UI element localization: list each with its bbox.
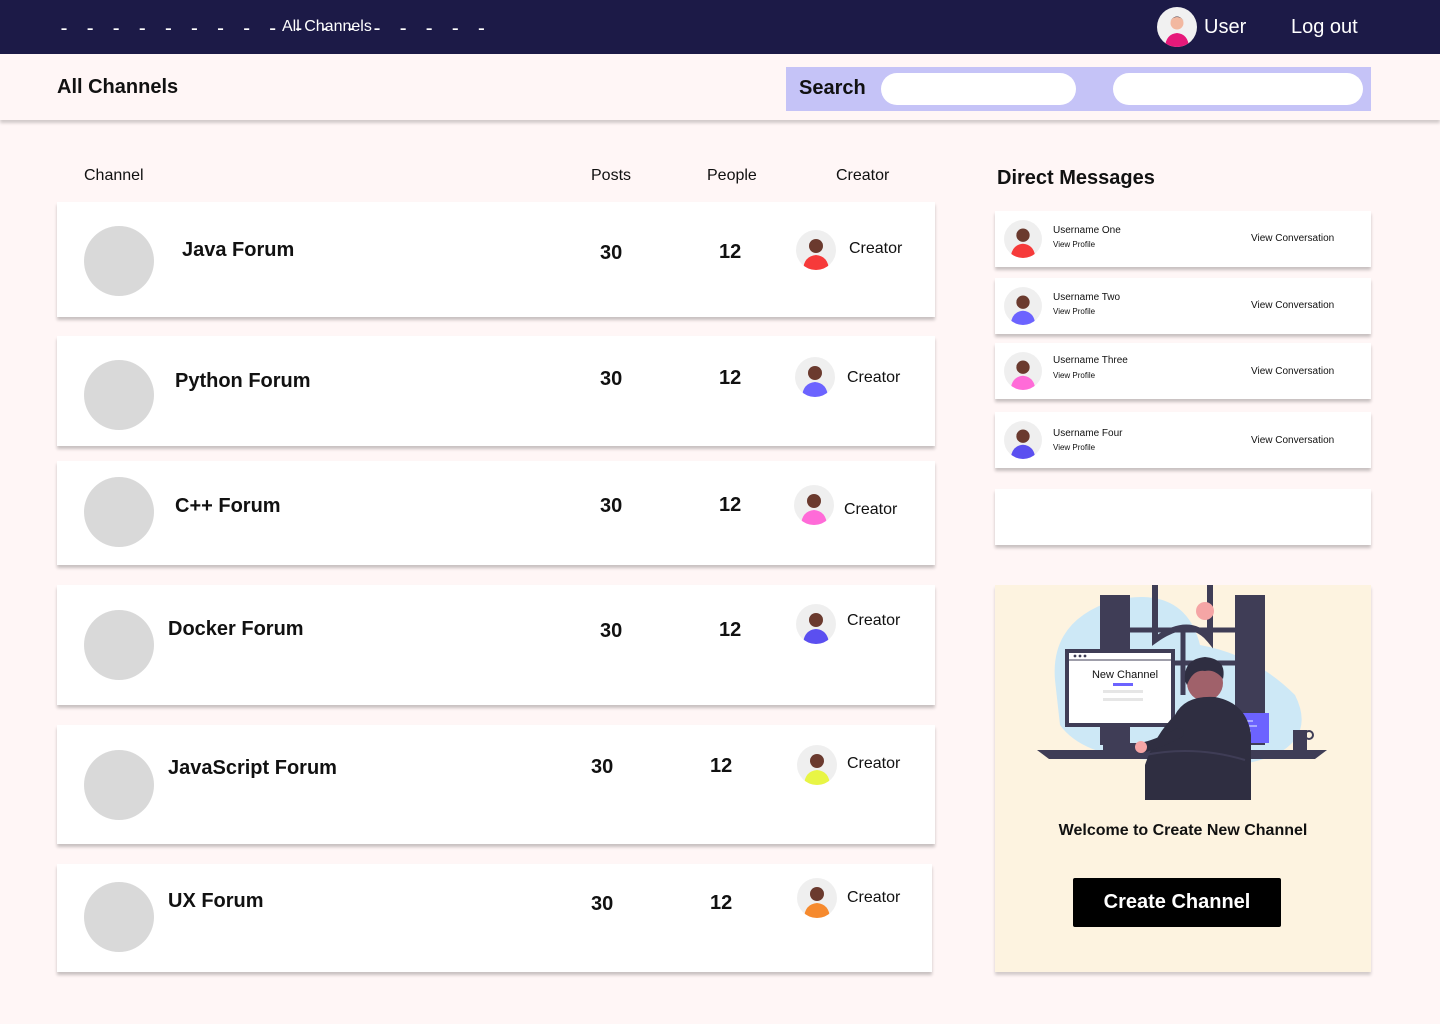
nav-all-channels-link[interactable]: All Channels — [282, 18, 372, 36]
dm-view-profile-link[interactable]: View Profile — [1053, 371, 1095, 380]
user-avatar-icon — [1157, 7, 1197, 47]
create-channel-panel: New Channel Welcome to Create New Channe… — [995, 585, 1371, 972]
channel-posts-count: 30 — [600, 242, 623, 264]
channel-thumbnail — [84, 750, 154, 820]
top-navbar: - - - - - - - - - - - - - - - - - All Ch… — [0, 0, 1440, 54]
channel-row[interactable]: JavaScript Forum 30 12 Creator — [57, 725, 935, 844]
logo-placeholder[interactable]: - - - - - - - - - - - - - - - - - — [58, 16, 488, 40]
channel-posts-count: 30 — [600, 368, 623, 390]
channel-people-count: 12 — [719, 367, 742, 389]
channel-name[interactable]: Docker Forum — [168, 618, 304, 641]
search-input[interactable] — [881, 73, 1076, 105]
column-header-channel: Channel — [84, 167, 144, 184]
creator-label: Creator — [847, 889, 901, 906]
creator-label: Creator — [849, 240, 903, 257]
search-label: Search — [799, 77, 866, 99]
user-name: User — [1204, 15, 1247, 38]
channel-thumbnail — [84, 226, 154, 296]
channel-people-count: 12 — [719, 241, 742, 263]
channel-name[interactable]: C++ Forum — [175, 495, 281, 518]
dm-item-empty[interactable] — [995, 489, 1371, 545]
dm-view-profile-link[interactable]: View Profile — [1053, 443, 1095, 452]
dm-item[interactable]: Username One View Profile View Conversat… — [995, 211, 1371, 267]
dm-username: Username One — [1053, 225, 1121, 236]
creator-avatar-icon — [796, 230, 836, 270]
dm-avatar-icon — [1004, 287, 1042, 325]
dm-view-conversation-link[interactable]: View Conversation — [1251, 300, 1334, 311]
channel-posts-count: 30 — [591, 756, 614, 778]
channel-posts-count: 30 — [591, 893, 614, 915]
creator-avatar-icon — [794, 485, 834, 525]
dm-view-profile-link[interactable]: View Profile — [1053, 240, 1095, 249]
channel-people-count: 12 — [710, 755, 733, 777]
channel-thumbnail — [84, 477, 154, 547]
dm-view-profile-link[interactable]: View Profile — [1053, 307, 1095, 316]
welcome-text: Welcome to Create New Channel — [1058, 822, 1308, 839]
dm-avatar-icon — [1004, 421, 1042, 459]
channel-thumbnail — [84, 360, 154, 430]
search-bar: Search — [786, 67, 1371, 111]
page-header: All Channels Search — [0, 54, 1440, 120]
direct-messages-title: Direct Messages — [997, 167, 1155, 189]
channel-people-count: 12 — [719, 619, 742, 641]
creator-label: Creator — [847, 755, 901, 772]
creator-avatar-icon — [797, 745, 837, 785]
create-channel-button[interactable]: Create Channel — [1073, 878, 1281, 927]
channel-posts-count: 30 — [600, 620, 623, 642]
channel-name[interactable]: Java Forum — [182, 239, 294, 262]
channel-row[interactable]: Java Forum 30 12 Creator — [57, 202, 935, 317]
creator-avatar-icon — [796, 604, 836, 644]
dm-username: Username Two — [1053, 292, 1121, 303]
dm-item[interactable]: Username Two View Profile View Conversat… — [995, 278, 1371, 334]
column-header-people: People — [707, 167, 757, 184]
creator-label: Creator — [847, 612, 901, 629]
dm-view-conversation-link[interactable]: View Conversation — [1251, 366, 1334, 377]
dm-avatar-icon — [1004, 220, 1042, 258]
logout-link[interactable]: Log out — [1291, 16, 1358, 39]
creator-label: Creator — [847, 369, 901, 386]
channel-name[interactable]: JavaScript Forum — [168, 757, 337, 780]
channel-posts-count: 30 — [600, 495, 623, 517]
dm-item[interactable]: Username Four View Profile View Conversa… — [995, 412, 1371, 468]
page-title: All Channels — [57, 76, 179, 98]
channel-row[interactable]: Docker Forum 30 12 Creator — [57, 585, 935, 705]
creator-avatar-icon — [795, 357, 835, 397]
channel-people-count: 12 — [719, 494, 742, 516]
creator-avatar-icon — [797, 878, 837, 918]
illustration-screen-text: New Channel — [1091, 669, 1159, 681]
dm-view-conversation-link[interactable]: View Conversation — [1251, 435, 1334, 446]
dm-view-conversation-link[interactable]: View Conversation — [1251, 233, 1334, 244]
search-input-secondary[interactable] — [1113, 73, 1363, 105]
column-header-creator: Creator — [836, 167, 890, 184]
channel-row[interactable]: UX Forum 30 12 Creator — [57, 864, 932, 972]
channel-name[interactable]: Python Forum — [175, 370, 311, 393]
creator-label: Creator — [844, 501, 898, 518]
dm-username: Username Four — [1053, 428, 1123, 439]
channel-row[interactable]: C++ Forum 30 12 Creator — [57, 461, 935, 565]
channel-people-count: 12 — [710, 892, 733, 914]
user-menu[interactable]: User — [1157, 7, 1246, 47]
dm-item[interactable]: Username Three View Profile View Convers… — [995, 343, 1371, 399]
channel-name[interactable]: UX Forum — [168, 890, 264, 913]
channel-thumbnail — [84, 882, 154, 952]
dm-username: Username Three — [1053, 355, 1128, 366]
dm-avatar-icon — [1004, 352, 1042, 390]
channel-thumbnail — [84, 610, 154, 680]
column-header-posts: Posts — [591, 167, 632, 184]
channel-row[interactable]: Python Forum 30 12 Creator — [57, 336, 935, 446]
desk-illustration-icon — [1037, 585, 1327, 800]
